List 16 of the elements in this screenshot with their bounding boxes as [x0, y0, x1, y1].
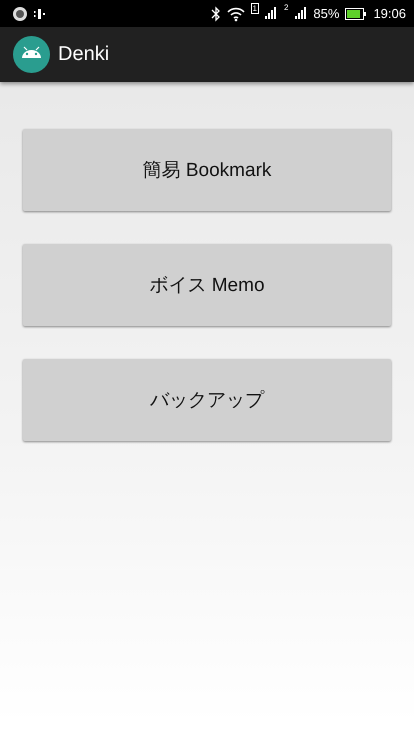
sim-number: 1 [250, 3, 259, 14]
clock: 19:06 [373, 6, 406, 21]
menu-button[interactable]: 簡易 Bookmark [23, 129, 391, 211]
app-title: Denki [58, 43, 110, 66]
signal-icon [264, 6, 277, 20]
bluetooth-icon [210, 6, 221, 22]
battery-percent: 85% [313, 6, 340, 21]
vibrate-icon [34, 8, 46, 20]
menu-button[interactable]: ボイス Memo [23, 244, 391, 326]
sim-number: 2 [282, 3, 290, 12]
wifi-icon [226, 6, 245, 22]
menu-button[interactable]: バックアップ [23, 359, 391, 441]
battery-icon [345, 8, 368, 20]
android-logo-icon [13, 36, 50, 73]
signal-icon [295, 6, 308, 20]
record-icon [12, 6, 28, 22]
